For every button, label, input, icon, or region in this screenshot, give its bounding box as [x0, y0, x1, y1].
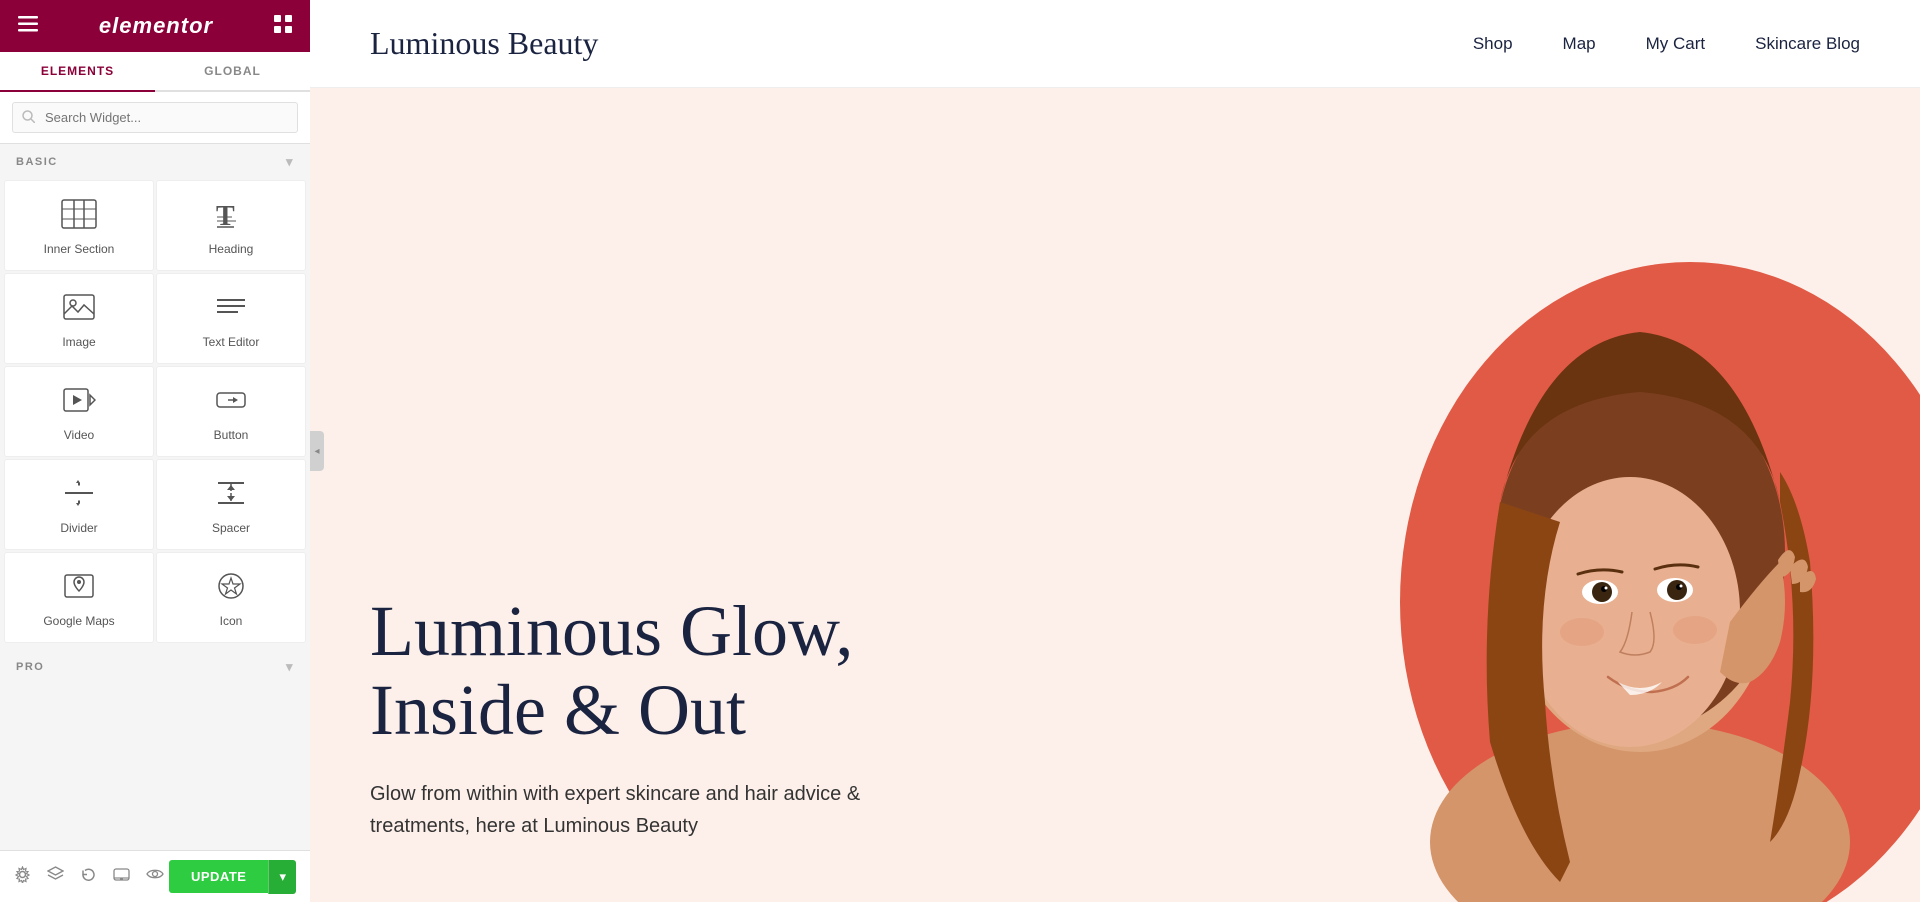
svg-text:T: T — [216, 201, 235, 229]
widget-button-label: Button — [214, 428, 249, 442]
woman-image — [1360, 122, 1920, 902]
hamburger-icon[interactable] — [18, 16, 38, 37]
layers-icon[interactable] — [47, 866, 64, 888]
panel-logo: elementor — [99, 13, 213, 39]
site-logo: Luminous Beauty — [370, 25, 598, 62]
widget-text-editor[interactable]: Text Editor — [156, 273, 306, 364]
hero-section: Luminous Glow, Inside & Out Glow from wi… — [310, 88, 1920, 902]
widget-heading-label: Heading — [209, 242, 254, 256]
icon-widget-icon — [214, 571, 248, 606]
nav-link-cart[interactable]: My Cart — [1646, 34, 1706, 53]
panel-header: elementor — [0, 0, 310, 52]
nav-links: Shop Map My Cart Skincare Blog — [1473, 34, 1860, 54]
history-icon[interactable] — [80, 866, 97, 888]
widget-search-container — [0, 92, 310, 144]
section-basic-label[interactable]: BASIC ▾ — [0, 144, 310, 178]
widget-inner-section[interactable]: Inner Section — [4, 180, 154, 271]
widget-button[interactable]: Button — [156, 366, 306, 457]
section-pro-text: PRO — [16, 661, 44, 673]
widget-image[interactable]: Image — [4, 273, 154, 364]
image-icon — [62, 292, 96, 327]
widget-heading[interactable]: T Heading — [156, 180, 306, 271]
tab-global[interactable]: GLOBAL — [155, 52, 310, 90]
chevron-down-icon: ▾ — [286, 154, 294, 170]
panel-tabs: ELEMENTS GLOBAL — [0, 52, 310, 92]
hero-subtitle: Glow from within with expert skincare an… — [370, 778, 930, 842]
widget-spacer-label: Spacer — [212, 521, 250, 535]
widget-divider[interactable]: Divider — [4, 459, 154, 550]
tab-elements[interactable]: ELEMENTS — [0, 52, 155, 92]
widget-grid-basic: Inner Section T Heading — [0, 178, 310, 645]
bottom-icons-group — [14, 866, 164, 888]
elementor-panel: elementor ELEMENTS GLOBAL B — [0, 0, 310, 902]
search-icon — [22, 110, 35, 126]
widget-google-maps[interactable]: Google Maps — [4, 552, 154, 643]
site-preview: Luminous Beauty Shop Map My Cart Skincar… — [310, 0, 1920, 902]
update-button-group: UPDATE ▾ — [169, 860, 296, 894]
widget-icon-label: Icon — [220, 614, 243, 628]
widget-icon[interactable]: Icon — [156, 552, 306, 643]
update-arrow-button[interactable]: ▾ — [268, 860, 296, 894]
widget-video[interactable]: Video — [4, 366, 154, 457]
widget-image-label: Image — [62, 335, 95, 349]
site-navigation: Luminous Beauty Shop Map My Cart Skincar… — [310, 0, 1920, 88]
widget-google-maps-label: Google Maps — [43, 614, 114, 628]
search-input[interactable] — [12, 102, 298, 133]
widget-video-label: Video — [64, 428, 94, 442]
hero-content: Luminous Glow, Inside & Out Glow from wi… — [310, 592, 930, 842]
panel-collapse-handle[interactable]: ◂ — [310, 431, 324, 471]
video-icon — [62, 385, 96, 420]
nav-link-blog[interactable]: Skincare Blog — [1755, 34, 1860, 53]
settings-icon[interactable] — [14, 866, 31, 888]
widget-text-editor-label: Text Editor — [203, 335, 260, 349]
nav-link-map[interactable]: Map — [1563, 34, 1596, 53]
hero-image-area — [1240, 88, 1920, 902]
grid-icon[interactable] — [274, 15, 292, 38]
section-pro-label[interactable]: PRO ▾ — [0, 649, 310, 685]
spacer-icon — [214, 478, 248, 513]
divider-icon — [62, 478, 96, 513]
pro-chevron-down-icon: ▾ — [286, 659, 294, 675]
hero-title: Luminous Glow, Inside & Out — [370, 592, 930, 750]
responsive-icon[interactable] — [113, 866, 130, 888]
nav-link-shop[interactable]: Shop — [1473, 34, 1513, 53]
widget-inner-section-label: Inner Section — [44, 242, 115, 256]
google-maps-icon — [62, 571, 96, 606]
update-button[interactable]: UPDATE — [169, 860, 268, 893]
inner-section-icon — [61, 199, 97, 234]
widget-spacer[interactable]: Spacer — [156, 459, 306, 550]
heading-icon: T — [214, 199, 248, 234]
widget-divider-label: Divider — [60, 521, 97, 535]
panel-bottom-bar: UPDATE ▾ — [0, 850, 310, 902]
text-editor-icon — [214, 292, 248, 327]
button-icon — [214, 385, 248, 420]
section-basic-text: BASIC — [16, 156, 58, 168]
eye-icon[interactable] — [146, 867, 164, 886]
